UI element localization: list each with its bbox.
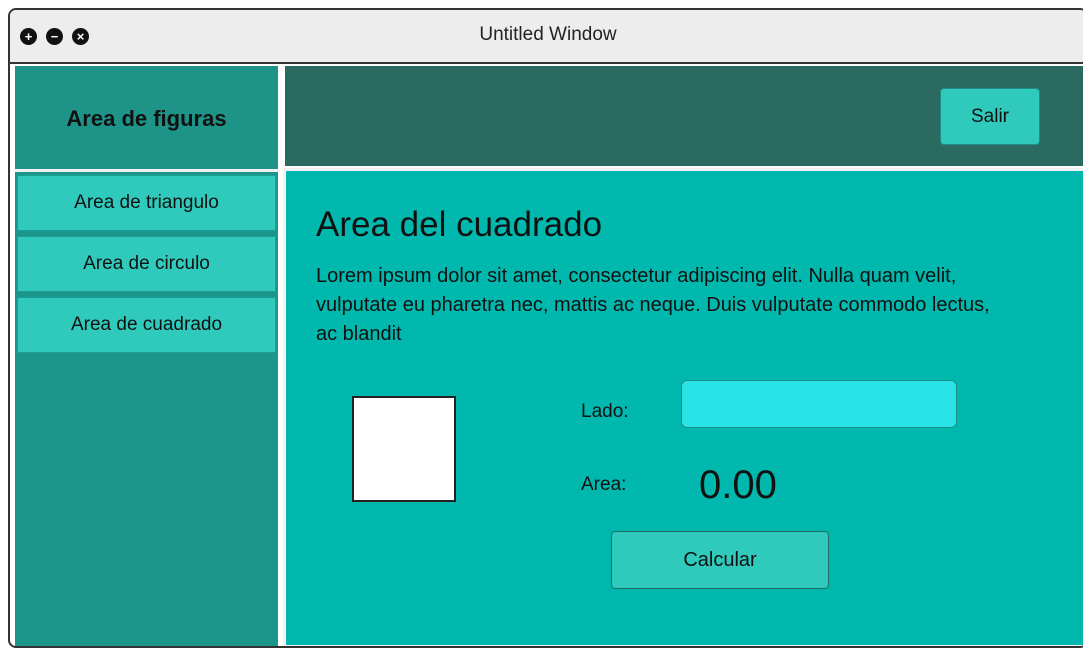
side-label: Lado: <box>581 401 629 422</box>
area-label: Area: <box>581 474 627 495</box>
area-value: 0.00 <box>699 463 777 507</box>
page-description: Lorem ipsum dolor sit amet, consectetur … <box>316 265 990 345</box>
exit-button[interactable]: Salir <box>940 88 1040 145</box>
window-title: Untitled Window <box>479 24 617 45</box>
page-title: Area del cuadrado <box>316 205 603 244</box>
sidebar-header: Area de figuras <box>15 66 278 172</box>
app-window: + − × Untitled Window Area de figuras Ar… <box>8 8 1083 648</box>
sidebar-item-triangle[interactable]: Area de triangulo <box>17 175 276 231</box>
top-bar: Salir <box>285 66 1083 166</box>
main-panel: Area del cuadrado Lorem ipsum dolor sit … <box>283 168 1083 646</box>
sidebar-item-circle[interactable]: Area de circulo <box>17 236 276 292</box>
sidebar: Area de figuras Area de triangulo Area d… <box>15 66 278 646</box>
square-figure <box>352 396 456 502</box>
calculate-button[interactable]: Calcular <box>611 531 829 589</box>
sidebar-item-square[interactable]: Area de cuadrado <box>17 297 276 353</box>
sidebar-title: Area de figuras <box>66 106 227 131</box>
title-bar: + − × Untitled Window <box>10 10 1083 64</box>
side-input[interactable] <box>681 380 957 428</box>
